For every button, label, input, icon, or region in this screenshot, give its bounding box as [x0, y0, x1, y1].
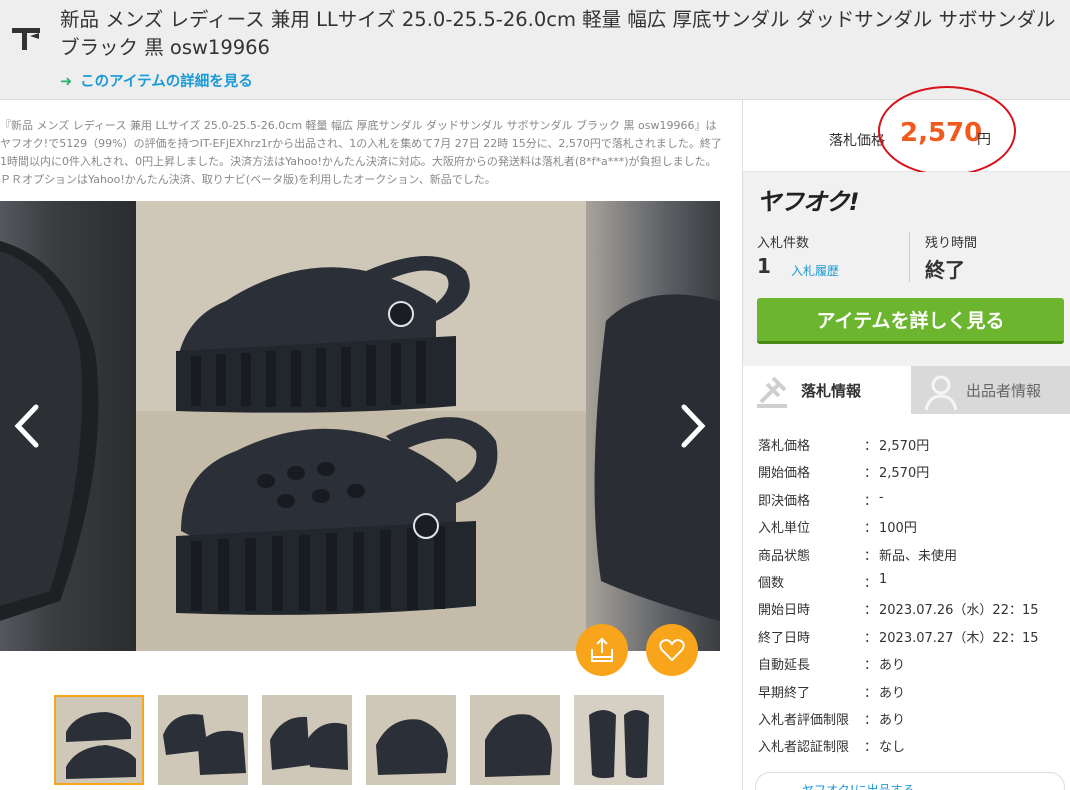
info-key: 入札者認証制限	[758, 740, 850, 756]
info-value: 100円	[879, 521, 917, 537]
auction-info-table: 落札価格： 2,570円 開始価格： 2,570円 即決価格： - 入札単位： 100円…	[758, 431, 1058, 760]
info-row: 開始価格 ： 2,570円	[758, 458, 1058, 485]
info-row: 即決価格 ： -	[758, 486, 1058, 513]
info-colon: ：	[864, 521, 878, 537]
info-row: 商品状態 ：新品、未使用	[758, 541, 1058, 568]
user-icon	[924, 375, 958, 411]
bids-count: 1	[757, 254, 771, 278]
info-colon: ：	[864, 603, 878, 619]
info-value: 2023.07.26（水）22：15	[879, 603, 1039, 619]
thumbnail-4[interactable]	[366, 695, 456, 785]
info-row: 落札価格 ： 2,570円	[758, 431, 1058, 458]
info-key: 開始日時	[758, 603, 811, 619]
page-title: 新品 メンズ レディース 兼用 LLサイズ 25.0-25.5-26.0cm 軽…	[60, 8, 1056, 59]
heart-icon	[659, 639, 685, 662]
thumbnail-6[interactable]	[574, 695, 664, 785]
info-colon: ：	[864, 466, 878, 482]
remaining-time-label: 残り時間	[925, 236, 978, 251]
info-key: 個数	[758, 575, 785, 591]
image-gallery	[0, 201, 720, 651]
tab-auction-info-label: 落札情報	[801, 382, 862, 400]
remaining-time-value: 終了	[925, 258, 965, 282]
info-colon: ：	[864, 712, 878, 728]
info-value: 2023.07.27（木）22：15	[879, 630, 1039, 646]
yahuoku-logo-icon[interactable]	[8, 20, 44, 56]
share-button[interactable]	[576, 624, 628, 676]
info-value: なし	[879, 740, 906, 756]
info-value: -	[879, 489, 884, 505]
arrow-right-icon: ➜	[60, 74, 73, 90]
info-key: 早期終了	[758, 685, 811, 701]
info-value: あり	[879, 658, 906, 674]
price-label: 落札価格	[829, 133, 885, 149]
info-row: 早期終了 ：あり	[758, 678, 1058, 705]
sell-on-yahuoku-button[interactable]: ヤフオク!に出品する	[755, 772, 1065, 790]
chevron-left-icon[interactable]	[8, 401, 48, 451]
info-value: 新品、未使用	[879, 548, 958, 564]
info-colon: ：	[864, 439, 878, 454]
info-key: 入札単位	[758, 521, 811, 537]
info-colon: ：	[864, 658, 878, 674]
gallery-main-image[interactable]	[136, 201, 586, 651]
info-value: 2,570円	[879, 466, 930, 482]
info-row: 入札者認証制限 ：なし	[758, 732, 1058, 759]
info-key: 開始価格	[758, 466, 811, 482]
info-value: 1	[879, 571, 888, 587]
info-colon: ：	[864, 630, 878, 646]
info-value: あり	[879, 712, 906, 728]
info-colon: ：	[864, 548, 878, 564]
info-colon: ：	[864, 575, 878, 591]
info-row: 入札者評価制限 ：あり	[758, 705, 1058, 732]
info-key: 落札価格	[758, 439, 811, 454]
item-description: 『新品 メンズ レディース 兼用 LLサイズ 25.0-25.5-26.0cm …	[0, 119, 722, 186]
bids-label: 入札件数	[757, 236, 810, 251]
info-value: あり	[879, 685, 906, 701]
info-colon: ：	[864, 493, 878, 509]
tab-seller-info[interactable]: 出品者情報	[911, 366, 1070, 414]
price-highlight-circle	[878, 86, 1016, 176]
info-key: 即決価格	[758, 493, 811, 509]
thumbnail-3[interactable]	[262, 695, 352, 785]
info-colon: ：	[864, 685, 878, 701]
info-key: 入札者評価制限	[758, 712, 850, 728]
info-colon: ：	[864, 740, 878, 756]
tab-auction-info[interactable]: 落札情報	[743, 366, 911, 414]
info-row: 個数 ： 1	[758, 568, 1058, 595]
box-divider	[909, 232, 910, 282]
thumbnail-2[interactable]	[158, 695, 248, 785]
info-row: 入札単位 ： 100円	[758, 513, 1058, 540]
auction-summary-box: ヤフオク! 入札件数 1 入札履歴 残り時間 終了 アイテムを詳しく見る	[743, 172, 1070, 366]
gavel-icon	[757, 376, 787, 408]
favorite-button[interactable]	[646, 624, 698, 676]
info-key: 終了日時	[758, 630, 811, 646]
view-item-details-button[interactable]: アイテムを詳しく見る	[757, 298, 1064, 344]
item-detail-link[interactable]: ➜ このアイテムの詳細を見る	[60, 70, 253, 91]
sandal-photo	[136, 201, 586, 651]
thumbnail-5[interactable]	[470, 695, 560, 785]
info-row: 終了日時 ： 2023.07.27（木）22：15	[758, 623, 1058, 650]
bid-history-link[interactable]: 入札履歴	[791, 262, 839, 279]
sell-on-yahuoku-label: ヤフオク!に出品する	[802, 783, 915, 790]
tab-seller-info-label: 出品者情報	[966, 382, 1042, 400]
page-header: 新品 メンズ レディース 兼用 LLサイズ 25.0-25.5-26.0cm 軽…	[0, 0, 1070, 100]
thumbnail-1[interactable]	[54, 695, 144, 785]
info-row: 自動延長 ：あり	[758, 650, 1058, 677]
info-value: 2,570円	[879, 439, 930, 454]
yahuoku-logo: ヤフオク!	[757, 188, 859, 216]
info-key: 自動延長	[758, 658, 811, 674]
chevron-right-icon[interactable]	[672, 401, 712, 451]
info-key: 商品状態	[758, 548, 811, 564]
item-detail-link-label: このアイテムの詳細を見る	[80, 74, 253, 90]
info-row: 開始日時 ： 2023.07.26（水）22：15	[758, 595, 1058, 622]
share-icon	[591, 637, 613, 662]
